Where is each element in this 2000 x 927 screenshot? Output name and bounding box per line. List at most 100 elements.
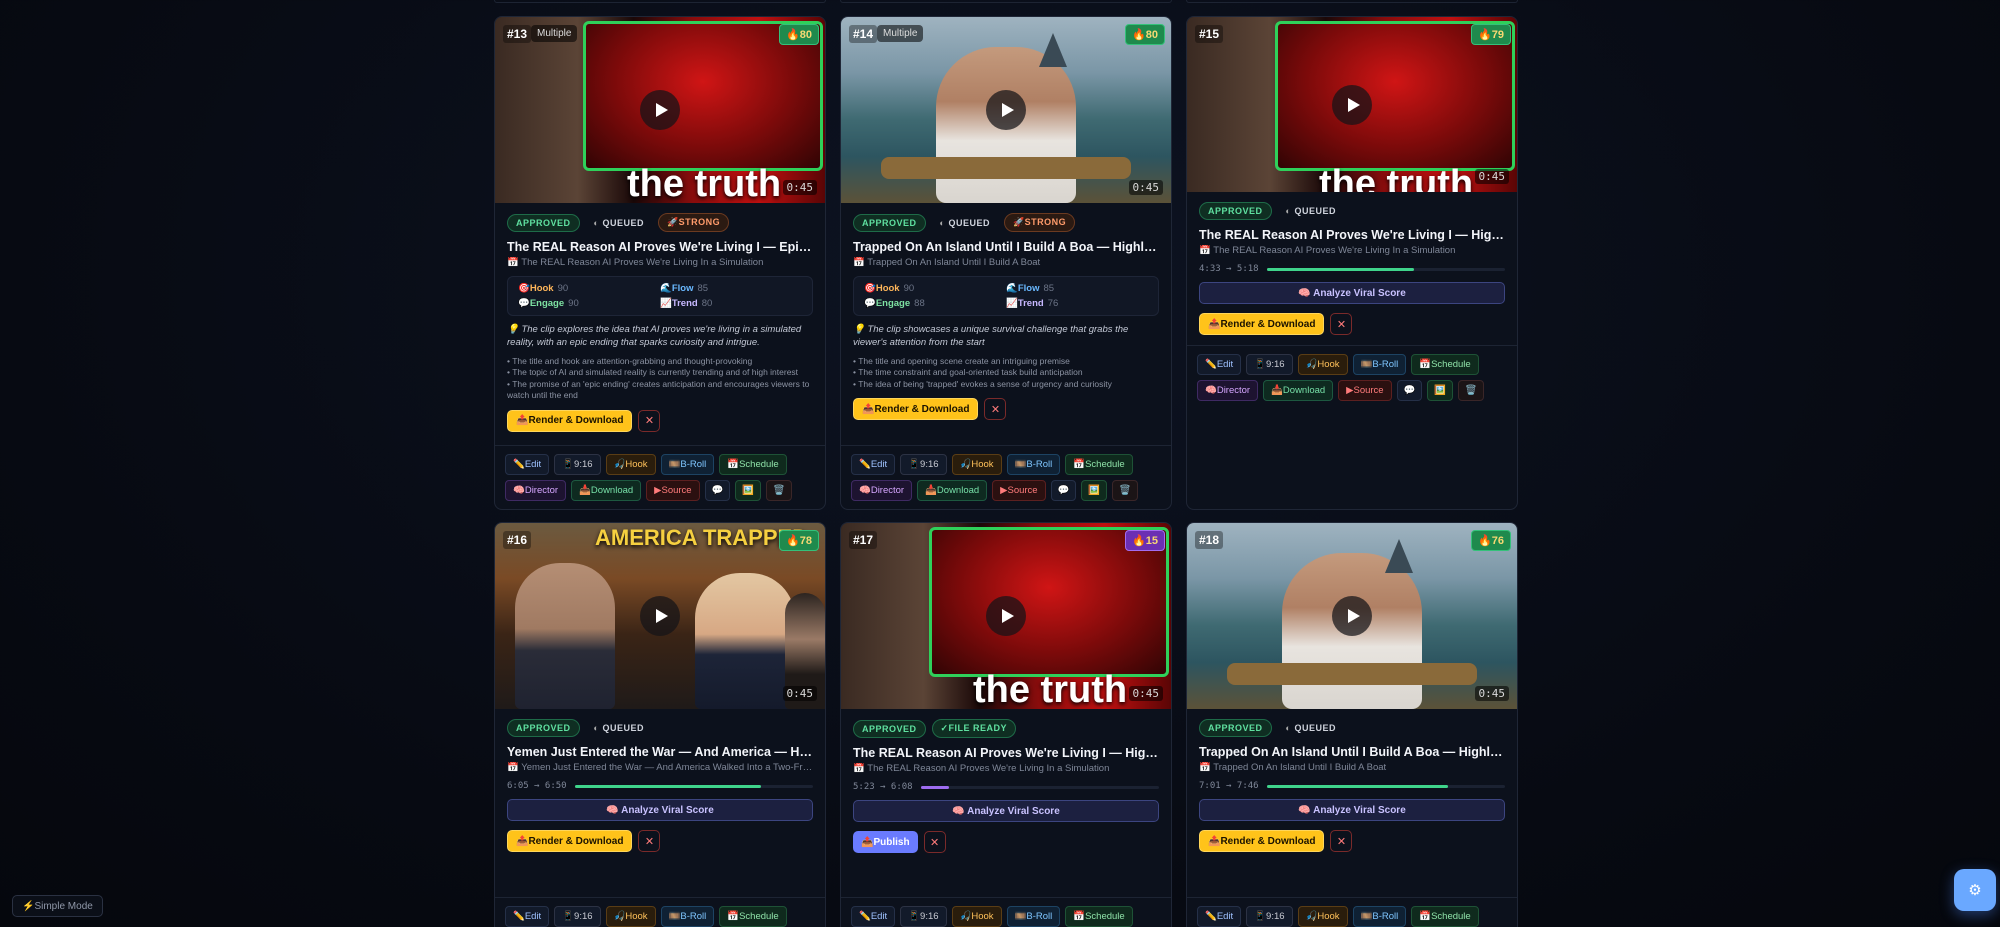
render-download-button[interactable]: 📤Render & Download xyxy=(507,409,633,432)
render-download-button[interactable]: 📤Render & Download xyxy=(1199,313,1325,335)
thumbnail-icon[interactable]: 🖼️ xyxy=(735,480,762,501)
hook-button[interactable]: 🎣Hook xyxy=(605,454,656,475)
play-icon xyxy=(1347,609,1360,623)
play-button[interactable] xyxy=(986,596,1026,636)
edit-button[interactable]: ✏️Edit xyxy=(851,906,896,927)
caption-icon[interactable]: 💬 xyxy=(1396,380,1423,401)
time-range: 5:23 → 6:08 xyxy=(853,782,913,792)
download-button[interactable]: 📥Download xyxy=(571,480,642,501)
render-download-button[interactable]: 📤Render & Download xyxy=(1199,830,1325,852)
analyze-viral-score-button[interactable]: 🧠 Analyze Viral Score xyxy=(853,800,1159,822)
edit-button[interactable]: ✏️Edit xyxy=(505,454,550,475)
play-button[interactable] xyxy=(986,90,1026,130)
reject-button[interactable]: ✕ xyxy=(984,398,1007,421)
flow-metric-value: 85 xyxy=(697,283,709,294)
delete-icon[interactable]: 🗑️ xyxy=(1458,380,1485,401)
hook-button[interactable]: 🎣Hook xyxy=(1297,906,1348,927)
score-metrics: 🎯Hook 90 🌊Flow 85 💬Engage 88 📈Trend 76 xyxy=(853,276,1159,316)
simple-mode-toggle[interactable]: ⚡Simple Mode xyxy=(12,895,103,917)
play-button[interactable] xyxy=(640,90,680,130)
director-button[interactable]: 🧠Director xyxy=(505,480,567,501)
render-download-button[interactable]: 📤Render & Download xyxy=(853,398,979,421)
delete-icon[interactable]: 🗑️ xyxy=(766,480,793,501)
trend-metric-label: 📈Trend xyxy=(660,298,698,309)
broll-button[interactable]: 🎞️B-Roll xyxy=(660,454,715,475)
clip-card[interactable]: #14 Multiple 🔥80 0:45 APPROVED QUEUED 🚀S… xyxy=(840,16,1172,510)
clip-number: #18 xyxy=(1195,531,1224,549)
thumbnail-icon[interactable]: 🖼️ xyxy=(1427,380,1454,401)
thumbnail-icon[interactable]: 🖼️ xyxy=(1081,480,1108,501)
clip-card[interactable]: the truth #17 🔥15 0:45 APPROVED ✓FILE RE… xyxy=(840,522,1172,927)
strong-badge: 🚀STRONG xyxy=(1003,213,1076,232)
source-video-title: 📅 Yemen Just Entered the War — And Ameri… xyxy=(507,762,813,773)
download-button[interactable]: 📥Download xyxy=(1263,380,1334,401)
hook-button[interactable]: 🎣Hook xyxy=(605,906,656,927)
aspect-ratio-button[interactable]: 📱9:16 xyxy=(900,906,947,927)
schedule-button[interactable]: 📅Schedule xyxy=(1411,354,1479,375)
play-button[interactable] xyxy=(640,596,680,636)
settings-fab[interactable]: ⚙ xyxy=(1954,869,1996,911)
source-button[interactable]: ▶Source xyxy=(1338,380,1392,401)
aspect-ratio-button[interactable]: 📱9:16 xyxy=(1246,354,1293,375)
edit-button[interactable]: ✏️Edit xyxy=(1197,354,1242,375)
clip-card[interactable]: #18 🔥76 0:45 APPROVED QUEUED Trapped On … xyxy=(1186,522,1518,927)
clip-card[interactable]: the truth #15 🔥79 0:45 APPROVED QUEUED T… xyxy=(1186,16,1518,510)
hook-button[interactable]: 🎣Hook xyxy=(1297,354,1348,375)
caption-icon[interactable]: 💬 xyxy=(704,480,731,501)
reject-button[interactable]: ✕ xyxy=(923,831,946,853)
source-button[interactable]: ▶Source xyxy=(646,480,700,501)
schedule-button[interactable]: 📅Schedule xyxy=(719,906,787,927)
publish-button[interactable]: 📤Publish xyxy=(853,831,918,853)
analyze-viral-score-button[interactable]: 🧠 Analyze Viral Score xyxy=(1199,799,1505,821)
source-button[interactable]: ▶Source xyxy=(992,480,1046,501)
hook-button[interactable]: 🎣Hook xyxy=(951,906,1002,927)
reject-button[interactable]: ✕ xyxy=(1330,830,1353,852)
play-button[interactable] xyxy=(1332,84,1372,125)
schedule-button[interactable]: 📅Schedule xyxy=(1411,906,1479,927)
download-button[interactable]: 📥Download xyxy=(917,480,988,501)
aspect-ratio-button[interactable]: 📱9:16 xyxy=(1246,906,1293,927)
broll-button[interactable]: 🎞️B-Roll xyxy=(1352,906,1407,927)
render-download-button[interactable]: 📤Render & Download xyxy=(507,830,633,852)
director-button[interactable]: 🧠Director xyxy=(851,480,913,501)
clip-title: Trapped On An Island Until I Build A Boa… xyxy=(1199,745,1505,759)
gear-icon: ⚙ xyxy=(1968,882,1982,899)
schedule-button[interactable]: 📅Schedule xyxy=(1065,454,1133,475)
clip-thumbnail[interactable]: #18 🔥76 0:45 xyxy=(1187,523,1517,709)
time-range: 4:33 → 5:18 xyxy=(1199,264,1259,274)
clip-thumbnail[interactable]: AMERICA TRAPPED #16 🔥78 0:45 xyxy=(495,523,825,709)
clip-thumbnail[interactable]: the truth #17 🔥15 0:45 xyxy=(841,523,1171,709)
broll-button[interactable]: 🎞️B-Roll xyxy=(1352,354,1407,375)
clip-card[interactable]: the truth #13 Multiple 🔥80 0:45 APPROVED… xyxy=(494,16,826,510)
reject-button[interactable]: ✕ xyxy=(638,409,661,432)
play-button[interactable] xyxy=(1332,596,1372,636)
broll-button[interactable]: 🎞️B-Roll xyxy=(660,906,715,927)
edit-button[interactable]: ✏️Edit xyxy=(851,454,896,475)
duration: 0:45 xyxy=(1474,686,1509,701)
engage-metric-value: 90 xyxy=(568,298,579,309)
clip-thumbnail[interactable]: #14 Multiple 🔥80 0:45 xyxy=(841,17,1171,203)
clip-thumbnail[interactable]: the truth #13 Multiple 🔥80 0:45 xyxy=(495,17,825,203)
caption-icon[interactable]: 💬 xyxy=(1050,480,1077,501)
edit-button[interactable]: ✏️Edit xyxy=(1197,906,1242,927)
reason-item: The idea of being 'trapped' evokes a sen… xyxy=(853,379,1159,390)
aspect-ratio-button[interactable]: 📱9:16 xyxy=(554,454,601,475)
edit-button[interactable]: ✏️Edit xyxy=(505,906,550,927)
hook-button[interactable]: 🎣Hook xyxy=(951,454,1002,475)
play-icon xyxy=(1001,103,1014,117)
broll-button[interactable]: 🎞️B-Roll xyxy=(1006,454,1061,475)
clip-thumbnail[interactable]: the truth #15 🔥79 0:45 xyxy=(1187,17,1517,192)
schedule-button[interactable]: 📅Schedule xyxy=(719,454,787,475)
analyze-viral-score-button[interactable]: 🧠 Analyze Viral Score xyxy=(1199,282,1505,304)
aspect-ratio-button[interactable]: 📱9:16 xyxy=(900,454,947,475)
clip-card[interactable]: AMERICA TRAPPED #16 🔥78 0:45 APPROVED QU… xyxy=(494,522,826,927)
director-button[interactable]: 🧠Director xyxy=(1197,380,1259,401)
reject-button[interactable]: ✕ xyxy=(1330,313,1353,335)
broll-button[interactable]: 🎞️B-Roll xyxy=(1006,906,1061,927)
approved-badge: APPROVED xyxy=(1199,202,1272,220)
reject-button[interactable]: ✕ xyxy=(638,830,661,852)
delete-icon[interactable]: 🗑️ xyxy=(1112,480,1139,501)
analyze-viral-score-button[interactable]: 🧠 Analyze Viral Score xyxy=(507,799,813,821)
schedule-button[interactable]: 📅Schedule xyxy=(1065,906,1133,927)
aspect-ratio-button[interactable]: 📱9:16 xyxy=(554,906,601,927)
